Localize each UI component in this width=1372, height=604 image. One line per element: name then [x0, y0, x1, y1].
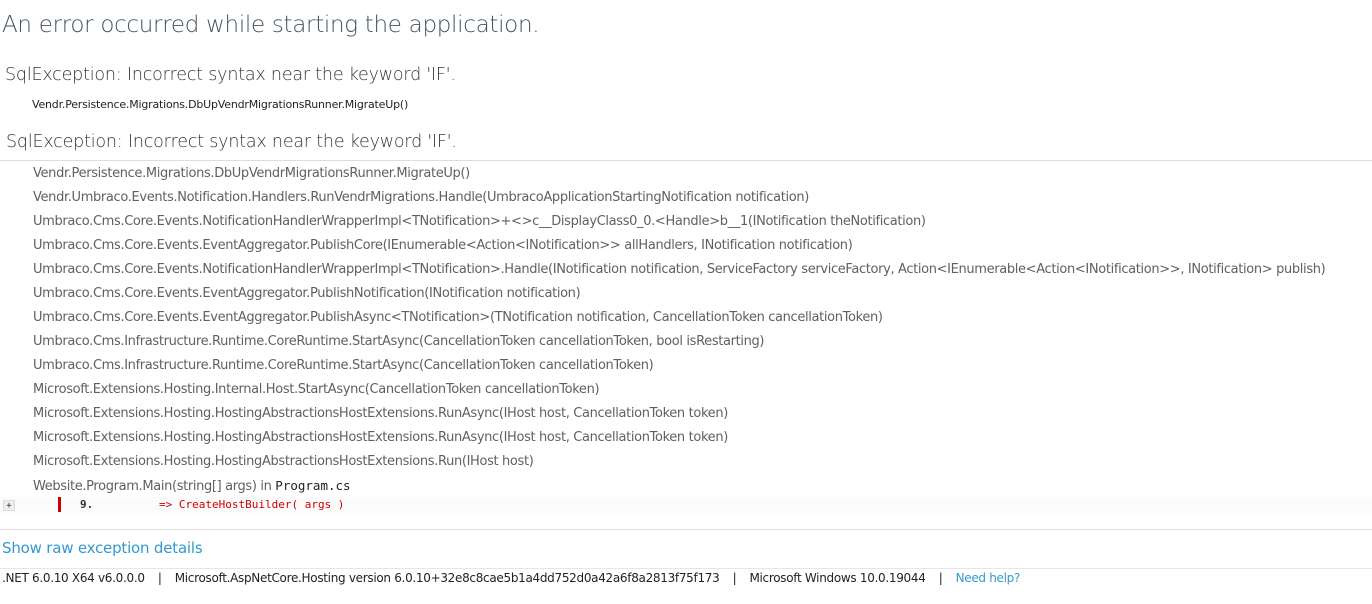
source-code-line: => CreateHostBuilder( args )	[159, 498, 345, 511]
footer-separator: |	[938, 571, 943, 585]
footer-divider	[0, 568, 1372, 569]
stack-frame: Umbraco.Cms.Core.Events.EventAggregator.…	[33, 238, 853, 253]
exception-heading: SqlException: Incorrect syntax near the …	[6, 132, 457, 152]
exception-heading: SqlException: Incorrect syntax near the …	[5, 65, 456, 85]
stack-frame: Umbraco.Cms.Infrastructure.Runtime.CoreR…	[33, 358, 654, 373]
stack-frame: Umbraco.Cms.Core.Events.NotificationHand…	[33, 262, 1326, 277]
os-version: Microsoft Windows 10.0.19044	[749, 571, 926, 585]
runtime-version: .NET 6.0.10 X64 v6.0.0.0	[2, 571, 145, 585]
error-line-marker	[58, 497, 61, 512]
stack-frame: Vendr.Umbraco.Events.Notification.Handle…	[33, 190, 810, 205]
stack-frame-with-source: Website.Program.Main(string[] args) in P…	[33, 474, 1325, 498]
stack-frame: Umbraco.Cms.Infrastructure.Runtime.CoreR…	[33, 334, 765, 349]
stack-frame: Vendr.Persistence.Migrations.DbUpVendrMi…	[33, 166, 470, 181]
hosting-version: Microsoft.AspNetCore.Hosting version 6.0…	[174, 571, 720, 585]
source-code-row: + 9. => CreateHostBuilder( args )	[0, 497, 1372, 513]
source-line-number: 9.	[80, 498, 94, 511]
stack-divider	[0, 160, 1372, 161]
stack-frame: Umbraco.Cms.Core.Events.EventAggregator.…	[33, 310, 883, 325]
page-title: An error occurred while starting the app…	[2, 12, 540, 38]
footer: .NET 6.0.10 X64 v6.0.0.0 | Microsoft.AspNe…	[2, 571, 1020, 585]
stack-frame: Umbraco.Cms.Core.Events.EventAggregator.…	[33, 286, 581, 301]
need-help-link[interactable]: Need help?	[956, 571, 1021, 585]
stack-trace: Vendr.Persistence.Migrations.DbUpVendrMi…	[33, 162, 1326, 498]
stack-frame: Microsoft.Extensions.Hosting.HostingAbst…	[33, 430, 728, 445]
exception-location: Vendr.Persistence.Migrations.DbUpVendrMi…	[32, 98, 409, 111]
stack-frame: Microsoft.Extensions.Hosting.HostingAbst…	[33, 454, 534, 469]
frame-method: Website.Program.Main(string[] args)	[33, 479, 257, 494]
footer-separator: |	[732, 571, 737, 585]
expand-source-icon[interactable]: +	[3, 500, 15, 511]
frame-source-file: Program.cs	[275, 478, 351, 493]
content-divider	[0, 529, 1372, 530]
stack-frame: Microsoft.Extensions.Hosting.HostingAbst…	[33, 406, 728, 421]
show-raw-exception-link[interactable]: Show raw exception details	[2, 539, 203, 557]
frame-in-label: in	[256, 479, 276, 494]
footer-separator: |	[157, 571, 162, 585]
stack-frame: Microsoft.Extensions.Hosting.Internal.Ho…	[33, 382, 600, 397]
stack-frame: Umbraco.Cms.Core.Events.NotificationHand…	[33, 214, 926, 229]
